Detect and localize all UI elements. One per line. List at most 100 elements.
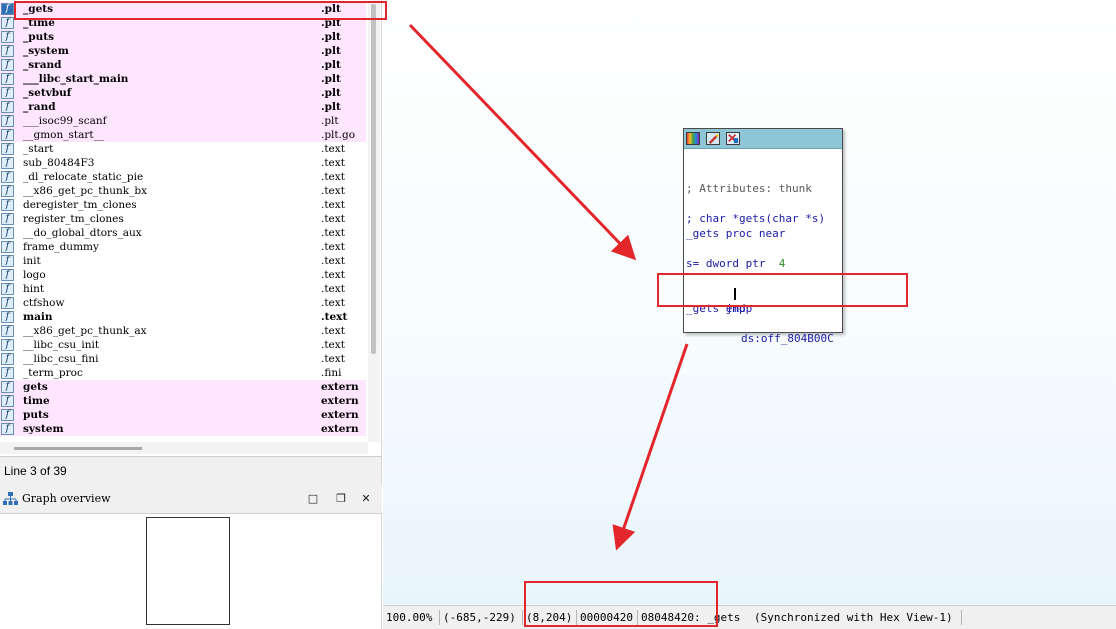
function-row[interactable]: f __gmon_start__ .plt.go: [0, 128, 366, 142]
function-name: __x86_get_pc_thunk_bx: [23, 185, 148, 197]
node-color-icon[interactable]: [686, 132, 700, 145]
function-name: ctfshow: [23, 297, 65, 309]
function-row[interactable]: f _setvbuf .plt: [0, 86, 366, 100]
function-segment: .text: [321, 353, 345, 365]
function-row[interactable]: f __x86_get_pc_thunk_ax .text: [0, 324, 366, 338]
function-row[interactable]: f main .text: [0, 310, 366, 324]
functions-horizontal-scroll-thumb[interactable]: [14, 447, 142, 450]
function-icon: f: [1, 395, 14, 407]
function-row[interactable]: f init .text: [0, 254, 366, 268]
function-icon: f: [1, 353, 14, 365]
function-icon: f: [1, 171, 14, 183]
function-name: _srand: [23, 59, 62, 71]
function-icon: f: [1, 31, 14, 43]
function-row[interactable]: f _term_proc .fini: [0, 366, 366, 380]
graph-overview-panel: Graph overview □ ❐ ✕: [0, 484, 382, 629]
function-segment: .text: [321, 255, 345, 267]
function-name: frame_dummy: [23, 241, 99, 253]
asm-proc-line[interactable]: _gets proc near: [686, 226, 785, 241]
function-row[interactable]: f __x86_get_pc_thunk_bx .text: [0, 184, 366, 198]
function-name: _puts: [23, 31, 54, 43]
function-row[interactable]: f register_tm_clones .text: [0, 212, 366, 226]
maximize-icon[interactable]: □: [306, 492, 320, 506]
function-icon: f: [1, 325, 14, 337]
status-bar: 100.00% (-685,-229) (8,204) 00000420 080…: [383, 605, 1116, 629]
function-name: __do_global_dtors_aux: [23, 227, 142, 239]
annotation-box-gets-row: [14, 1, 387, 20]
function-segment: .text: [321, 213, 345, 225]
function-row[interactable]: f _dl_relocate_static_pie .text: [0, 170, 366, 184]
function-row[interactable]: f _system .plt: [0, 44, 366, 58]
function-row[interactable]: f time extern: [0, 394, 366, 408]
function-segment: .plt: [321, 45, 341, 57]
function-row[interactable]: f frame_dummy .text: [0, 240, 366, 254]
function-row[interactable]: f logo .text: [0, 268, 366, 282]
asm-operand[interactable]: ds:off_804B00C: [741, 331, 834, 346]
function-row[interactable]: f _start .text: [0, 142, 366, 156]
functions-list: f _gets .plt f _time .plt f _puts .plt f _system .p…: [0, 2, 366, 442]
function-name: __x86_get_pc_thunk_ax: [23, 325, 147, 337]
function-name: register_tm_clones: [23, 213, 124, 225]
function-row[interactable]: f ctfshow .text: [0, 296, 366, 310]
function-segment: .plt: [321, 87, 341, 99]
function-row[interactable]: f __do_global_dtors_aux .text: [0, 226, 366, 240]
status-divider: [522, 610, 523, 625]
function-segment: .text: [321, 185, 345, 197]
function-icon: f: [1, 241, 14, 253]
status-divider: [961, 610, 962, 625]
function-row[interactable]: f ___isoc99_scanf .plt: [0, 114, 366, 128]
function-icon: f: [1, 129, 14, 141]
asm-stack-var: s= dword ptr: [686, 257, 779, 270]
functions-horizontal-scrollbar[interactable]: [0, 442, 368, 454]
function-icon: f: [1, 367, 14, 379]
function-icon: f: [1, 269, 14, 281]
function-segment: .plt: [321, 73, 341, 85]
function-name: deregister_tm_clones: [23, 199, 137, 211]
function-name: ___libc_start_main: [23, 73, 129, 85]
functions-vertical-scrollbar[interactable]: [368, 0, 380, 442]
function-name: gets: [23, 381, 48, 393]
function-row[interactable]: f gets extern: [0, 380, 366, 394]
function-row[interactable]: f puts extern: [0, 408, 366, 422]
function-row[interactable]: f sub_80484F3 .text: [0, 156, 366, 170]
function-icon: f: [1, 227, 14, 239]
asm-stack-var-line[interactable]: s= dword ptr 4: [686, 256, 785, 271]
node-rename-icon[interactable]: [706, 132, 720, 145]
function-icon: f: [1, 73, 14, 85]
functions-vertical-scroll-thumb[interactable]: [371, 4, 376, 354]
functions-panel: f _gets .plt f _time .plt f _puts .plt f _system .p…: [0, 0, 382, 456]
node-group-icon[interactable]: [726, 132, 740, 145]
function-segment: .fini: [321, 367, 342, 379]
function-row[interactable]: f __libc_csu_init .text: [0, 338, 366, 352]
function-icon: f: [1, 157, 14, 169]
graph-overview-title: Graph overview: [22, 492, 111, 505]
function-icon: f: [1, 255, 14, 267]
restore-icon[interactable]: ❐: [334, 492, 348, 506]
function-row[interactable]: f __libc_csu_fini .text: [0, 352, 366, 366]
graph-overview-header: Graph overview □ ❐ ✕: [0, 484, 382, 514]
graph-overview-icon: [3, 492, 18, 505]
function-row[interactable]: f _rand .plt: [0, 100, 366, 114]
function-name: _rand: [23, 101, 56, 113]
function-icon: f: [1, 423, 14, 435]
function-name: __libc_csu_init: [23, 339, 100, 351]
function-row[interactable]: f _puts .plt: [0, 30, 366, 44]
function-row[interactable]: f system extern: [0, 422, 366, 436]
function-row[interactable]: f deregister_tm_clones .text: [0, 198, 366, 212]
graph-overview-viewport[interactable]: [146, 517, 230, 625]
close-icon[interactable]: ✕: [359, 492, 373, 506]
function-icon: f: [1, 213, 14, 225]
function-name: puts: [23, 409, 49, 421]
function-segment: .plt.go: [321, 129, 356, 141]
function-segment: extern: [321, 409, 359, 421]
function-icon: f: [1, 45, 14, 57]
function-row[interactable]: f _srand .plt: [0, 58, 366, 72]
function-name: __gmon_start__: [23, 129, 105, 141]
function-row[interactable]: f hint .text: [0, 282, 366, 296]
function-name: init: [23, 255, 41, 267]
function-icon: f: [1, 199, 14, 211]
function-row[interactable]: f ___libc_start_main .plt: [0, 72, 366, 86]
function-name: _dl_relocate_static_pie: [23, 171, 144, 183]
function-icon: f: [1, 409, 14, 421]
zoom-level: 100.00%: [386, 611, 433, 624]
